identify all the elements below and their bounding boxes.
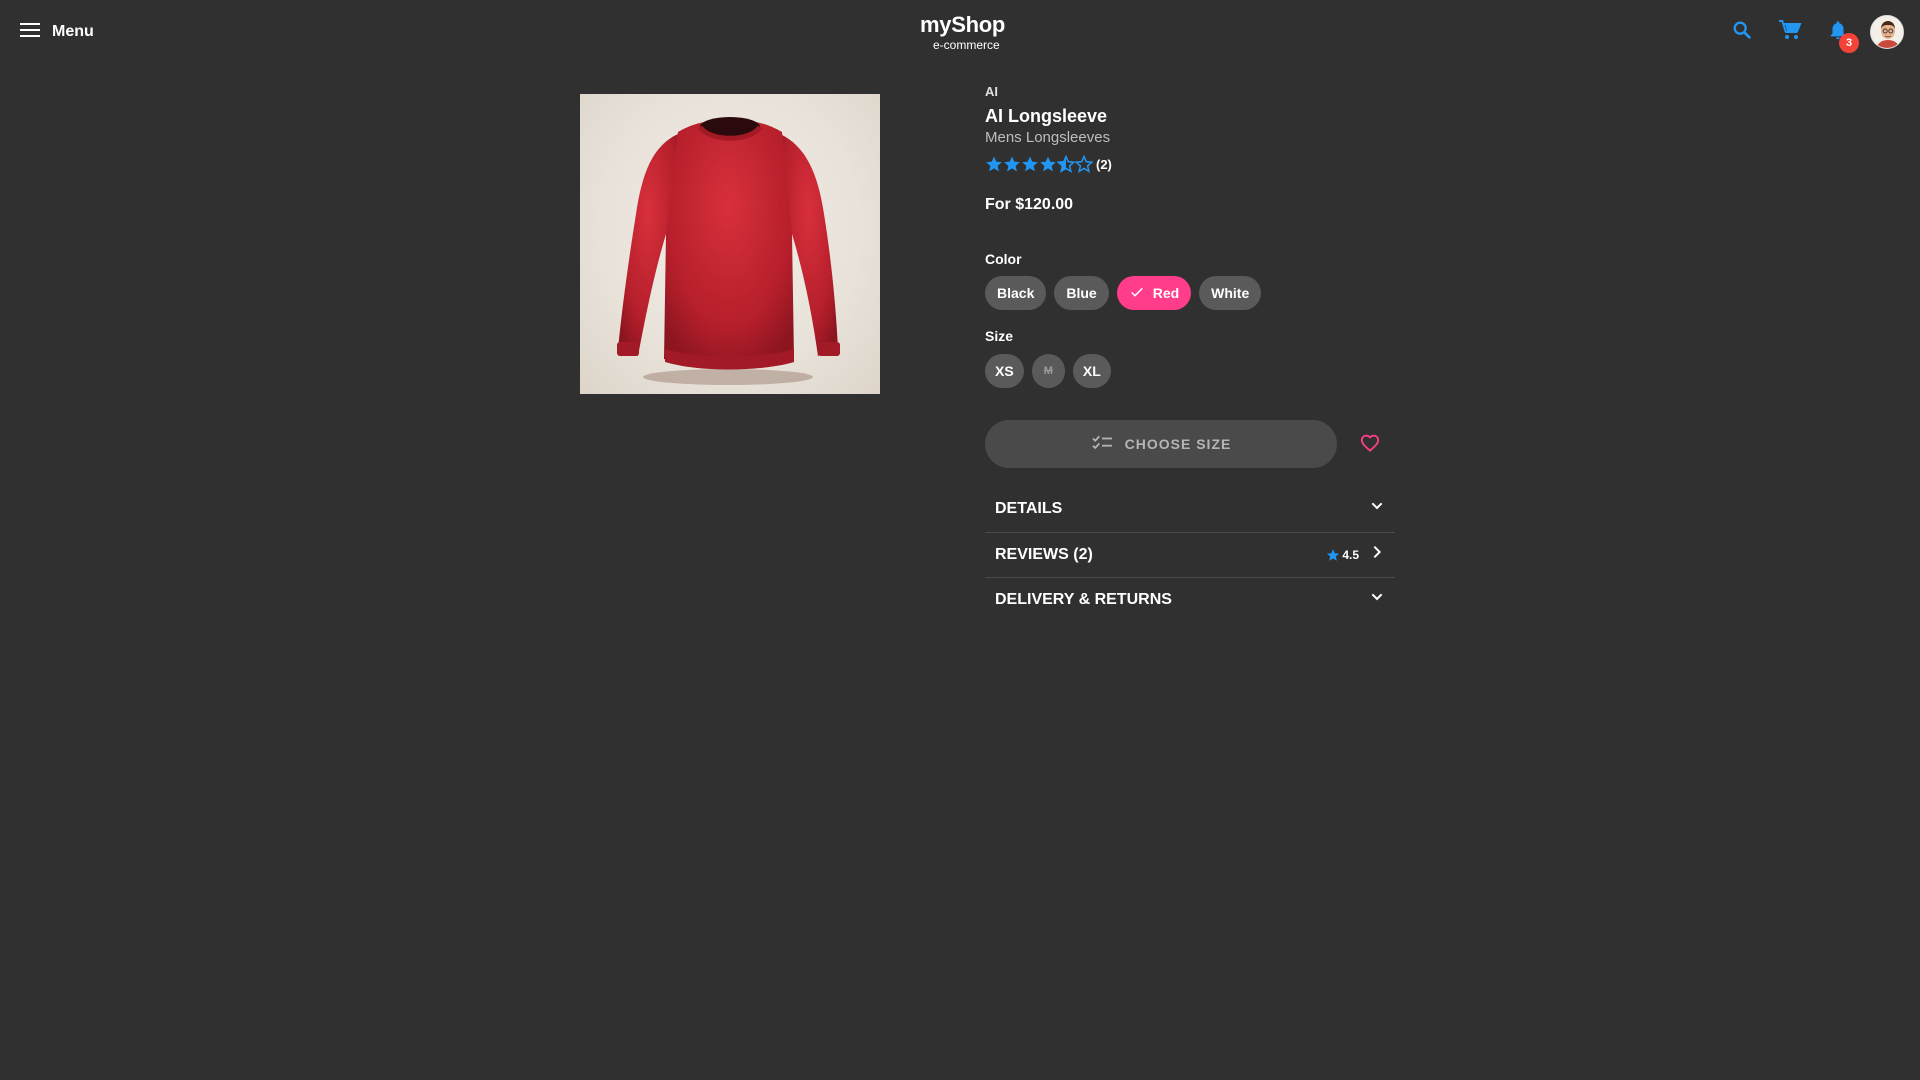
choose-size-label: CHOOSE SIZE <box>1124 436 1232 452</box>
reviews-average-value: 4.5 <box>1342 547 1359 562</box>
menu-button[interactable]: Menu <box>20 18 94 46</box>
brand-subtitle: e-commerce <box>933 38 1000 52</box>
star-filled-icon <box>1040 156 1056 172</box>
size-chip-group: XS M XL <box>985 354 1111 388</box>
chip-label: Red <box>1152 285 1180 301</box>
size-label: Size <box>985 328 1014 344</box>
chip-label: Black <box>997 285 1035 301</box>
color-label: Color <box>985 251 1022 267</box>
size-chip-xl[interactable]: XL <box>1072 354 1111 388</box>
color-chip-group: Black Blue Red White <box>985 276 1262 310</box>
color-chip-red[interactable]: Red <box>1116 276 1192 310</box>
accordion-title: REVIEWS (2) <box>995 545 1093 563</box>
star-half-icon <box>1057 155 1075 173</box>
accordion-title: DELIVERY & RETURNS <box>995 590 1172 608</box>
hamburger-icon <box>20 22 40 43</box>
heart-outline-icon <box>1359 432 1381 457</box>
check-icon <box>1129 284 1145 303</box>
color-chip-blue[interactable]: Blue <box>1054 276 1109 310</box>
notification-badge: 3 <box>1839 33 1859 53</box>
shopping-cart-icon <box>1778 18 1802 47</box>
chip-label: White <box>1211 285 1250 301</box>
star-filled-icon <box>986 156 1002 172</box>
reviews-accordion[interactable]: REVIEWS (2) 4.5 <box>985 532 1395 577</box>
favorite-button[interactable] <box>1357 431 1383 457</box>
brand-name: myShop <box>920 12 1005 37</box>
product-info: AI AI Longsleeve Mens Longsleeves (2) Fo… <box>985 84 1395 608</box>
reviews-average: 4.5 <box>1326 548 1359 562</box>
chevron-down-icon <box>1369 498 1385 519</box>
chip-label: XS <box>995 363 1014 379</box>
chevron-down-icon <box>1369 589 1385 610</box>
top-app-bar: Menu myShop e-commerce 3 <box>0 0 1920 64</box>
user-avatar[interactable] <box>1870 15 1904 49</box>
color-chip-white[interactable]: White <box>1199 276 1262 310</box>
product-brand[interactable]: AI <box>985 84 1395 99</box>
chip-label: M <box>1043 365 1053 377</box>
color-chip-black[interactable]: Black <box>985 276 1047 310</box>
accordion-title: DETAILS <box>995 499 1063 517</box>
product-title: AI Longsleeve <box>985 106 1108 126</box>
star-filled-icon <box>1327 548 1340 561</box>
star-filled-icon <box>1004 156 1020 172</box>
chip-label: XL <box>1082 363 1101 379</box>
search-icon <box>1731 19 1753 46</box>
review-count: (2) <box>1096 156 1112 172</box>
chevron-right-icon <box>1369 544 1385 565</box>
details-accordion[interactable]: DETAILS <box>985 486 1395 531</box>
search-button[interactable] <box>1728 18 1756 46</box>
chip-label: Blue <box>1066 285 1097 301</box>
delivery-returns-accordion[interactable]: DELIVERY & RETURNS <box>985 577 1395 622</box>
size-chip-xs[interactable]: XS <box>985 354 1024 388</box>
product-category[interactable]: Mens Longsleeves <box>985 129 1110 146</box>
brand-logo[interactable]: myShop e-commerce <box>920 12 1020 52</box>
choose-size-button[interactable]: CHOOSE SIZE <box>985 420 1337 468</box>
checklist-icon <box>1091 434 1113 455</box>
size-chip-m: M <box>1031 354 1065 388</box>
cart-button[interactable] <box>1776 18 1804 46</box>
star-outline-icon <box>1075 155 1093 173</box>
product-rating[interactable]: (2) <box>985 155 1112 173</box>
product-price: For $120.00 <box>985 196 1074 213</box>
rating-stars <box>985 155 1093 173</box>
product-image <box>580 94 880 394</box>
menu-label: Menu <box>52 23 94 40</box>
star-filled-icon <box>1022 156 1038 172</box>
